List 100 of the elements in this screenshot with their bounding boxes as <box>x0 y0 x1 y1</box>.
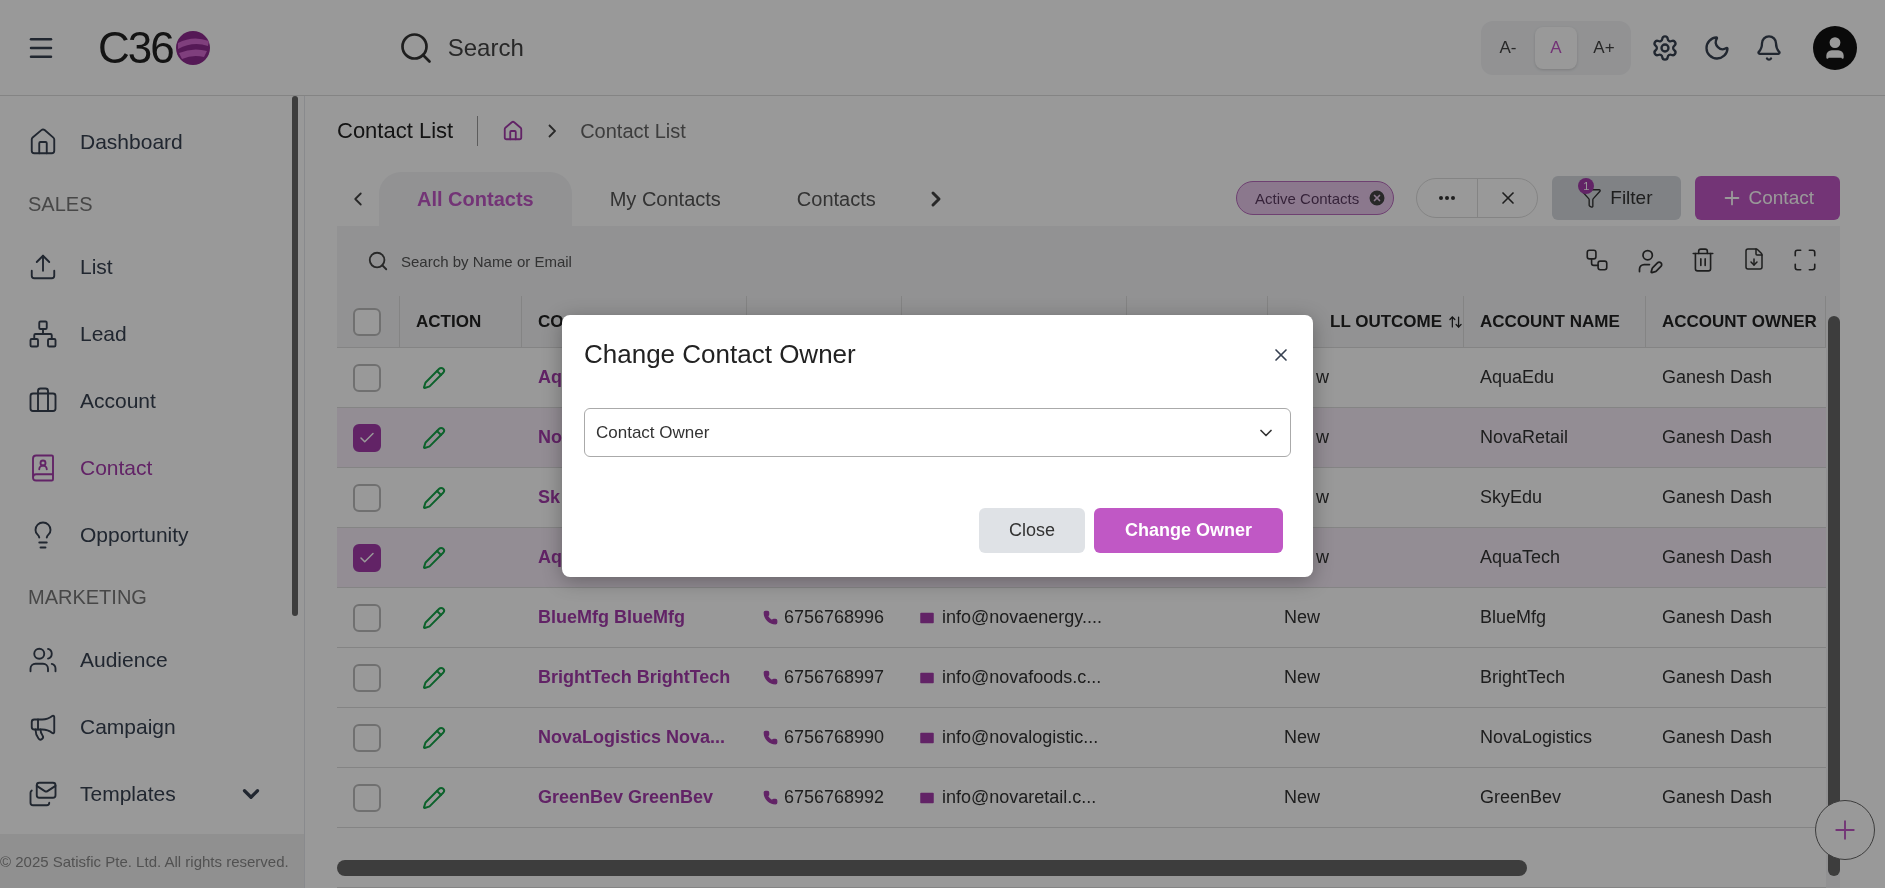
sidebar-item[interactable]: Lead <box>28 300 304 367</box>
checkbox[interactable] <box>353 423 381 452</box>
sidebar-item[interactable]: Contact <box>28 434 304 501</box>
column-header: ACCOUNT NAME <box>1480 311 1620 332</box>
pencil-icon[interactable] <box>422 605 446 630</box>
pencil-icon[interactable] <box>422 545 446 570</box>
account-name-text: NovaRetail <box>1480 427 1569 448</box>
page-title: Contact List <box>337 118 454 144</box>
pencil-icon[interactable] <box>422 425 446 450</box>
change-owner-button[interactable]: Change Owner <box>1093 508 1283 553</box>
pencil-icon[interactable] <box>422 785 446 810</box>
pencil-icon[interactable] <box>422 725 446 750</box>
contact-name-link[interactable]: GreenBev GreenBev <box>538 787 714 808</box>
account-owner-text: Ganesh Dash <box>1662 727 1773 748</box>
home-icon[interactable] <box>502 120 525 142</box>
account-owner-text: Ganesh Dash <box>1662 667 1773 688</box>
font-size-button[interactable]: A+ <box>1583 26 1625 69</box>
account-name-text: AquaEdu <box>1480 367 1555 388</box>
sidebar-item[interactable]: Opportunity <box>28 501 304 568</box>
search-icon <box>367 250 389 272</box>
tab[interactable]: My Contacts <box>571 172 759 226</box>
email-text: info@novafoods.c... <box>942 667 1102 688</box>
checkbox[interactable] <box>353 363 381 392</box>
contact-owner-select[interactable]: Contact Owner <box>584 408 1291 457</box>
workflow-icon[interactable] <box>1584 247 1610 273</box>
phone-number: 6756768990 <box>784 727 885 748</box>
checkbox[interactable] <box>353 603 381 632</box>
contact-name-link[interactable]: Sk <box>538 487 561 508</box>
column-header: LL OUTCOME <box>1330 311 1443 332</box>
trash-icon[interactable] <box>1690 247 1716 273</box>
checkbox[interactable] <box>353 483 381 512</box>
pencil-icon[interactable] <box>422 365 446 390</box>
font-size-button[interactable]: A- <box>1487 26 1529 69</box>
call-outcome-text: w <box>1316 427 1329 448</box>
filter-count-badge: 1 <box>1578 178 1595 194</box>
house-icon <box>28 126 58 157</box>
contact-name-link[interactable]: Aq <box>538 547 562 568</box>
fullscreen-icon[interactable] <box>1792 247 1818 273</box>
sidebar-item[interactable]: Account <box>28 367 304 434</box>
column-header: ACCOUNT OWNER <box>1662 311 1817 332</box>
file-download-icon[interactable] <box>1742 247 1766 271</box>
sidebar-item[interactable]: Templates <box>28 760 304 827</box>
contact-name-link[interactable]: BrightTech BrightTech <box>538 667 731 688</box>
account-name-text: NovaLogistics <box>1480 727 1593 748</box>
sidebar-item[interactable]: Dashboard <box>28 108 304 175</box>
call-outcome-text: w <box>1316 367 1329 388</box>
copyright-text: © 2025 Satisfic Pte. Ltd. All rights reserved. <box>0 834 304 888</box>
contact-name-link[interactable]: BlueMfg BlueMfg <box>538 607 685 628</box>
sidebar-item[interactable]: Audience <box>28 626 304 693</box>
close-button[interactable]: Close <box>978 508 1085 553</box>
phone-number: 6756768997 <box>784 667 885 688</box>
contact-name-link[interactable]: Aq <box>538 367 562 388</box>
sidebar-item[interactable]: Campaign <box>28 693 304 760</box>
contact-name-link[interactable]: No <box>538 427 562 448</box>
tab[interactable]: All Contacts <box>379 172 572 226</box>
call-outcome-text: New <box>1284 787 1320 808</box>
account-name-text: AquaTech <box>1480 547 1561 568</box>
checkbox[interactable] <box>353 307 381 336</box>
call-outcome-text: w <box>1316 487 1329 508</box>
checkbox[interactable] <box>353 723 381 752</box>
scrollbar-thumb[interactable] <box>1828 316 1840 876</box>
sidebar-item[interactable]: List <box>28 233 304 300</box>
account-name-text: BlueMfg <box>1480 607 1547 628</box>
phone-icon <box>763 610 778 625</box>
remove-icon[interactable] <box>1367 188 1388 208</box>
search-field[interactable]: Search <box>445 32 746 63</box>
call-outcome-text: New <box>1284 667 1320 688</box>
font-size-button[interactable]: A <box>1535 26 1577 69</box>
search-field[interactable]: Search by Name or Email <box>399 251 699 271</box>
call-outcome-text: New <box>1284 607 1320 628</box>
phone-icon <box>763 790 778 805</box>
pencil-icon[interactable] <box>422 665 446 690</box>
account-owner-text: Ganesh Dash <box>1662 427 1773 448</box>
call-outcome-text: w <box>1316 547 1329 568</box>
phone-icon <box>763 670 778 685</box>
account-owner-text: Ganesh Dash <box>1662 787 1773 808</box>
add-contact-button[interactable]: Contact <box>1694 176 1840 220</box>
phone-number: 6756768992 <box>784 787 885 808</box>
scrollbar-thumb[interactable] <box>292 96 298 616</box>
filter-button[interactable]: 1 Filter <box>1552 176 1681 220</box>
settings-icon[interactable] <box>1651 33 1679 62</box>
ellipsis-icon <box>1439 196 1456 200</box>
contact-name-link[interactable]: NovaLogistics Nova... <box>538 727 726 748</box>
avatar[interactable] <box>1813 25 1857 70</box>
phone-number: 6756768996 <box>784 607 885 628</box>
filter-chip[interactable]: Active Contacts <box>1236 181 1395 215</box>
checkbox[interactable] <box>353 663 381 692</box>
checkbox[interactable] <box>353 543 381 572</box>
user-edit-icon[interactable] <box>1636 247 1664 275</box>
bell-icon[interactable] <box>1755 33 1783 62</box>
moon-icon[interactable] <box>1703 33 1731 62</box>
logo-text: C36 <box>98 22 173 73</box>
pencil-icon[interactable] <box>422 485 446 510</box>
scrollbar-thumb[interactable] <box>337 860 1527 876</box>
checkbox[interactable] <box>353 783 381 812</box>
phone-icon <box>763 730 778 745</box>
call-outcome-text: New <box>1284 727 1320 748</box>
account-owner-text: Ganesh Dash <box>1662 607 1773 628</box>
dialog-title: Change Contact Owner <box>584 339 856 370</box>
tab[interactable]: Contacts <box>758 172 914 226</box>
